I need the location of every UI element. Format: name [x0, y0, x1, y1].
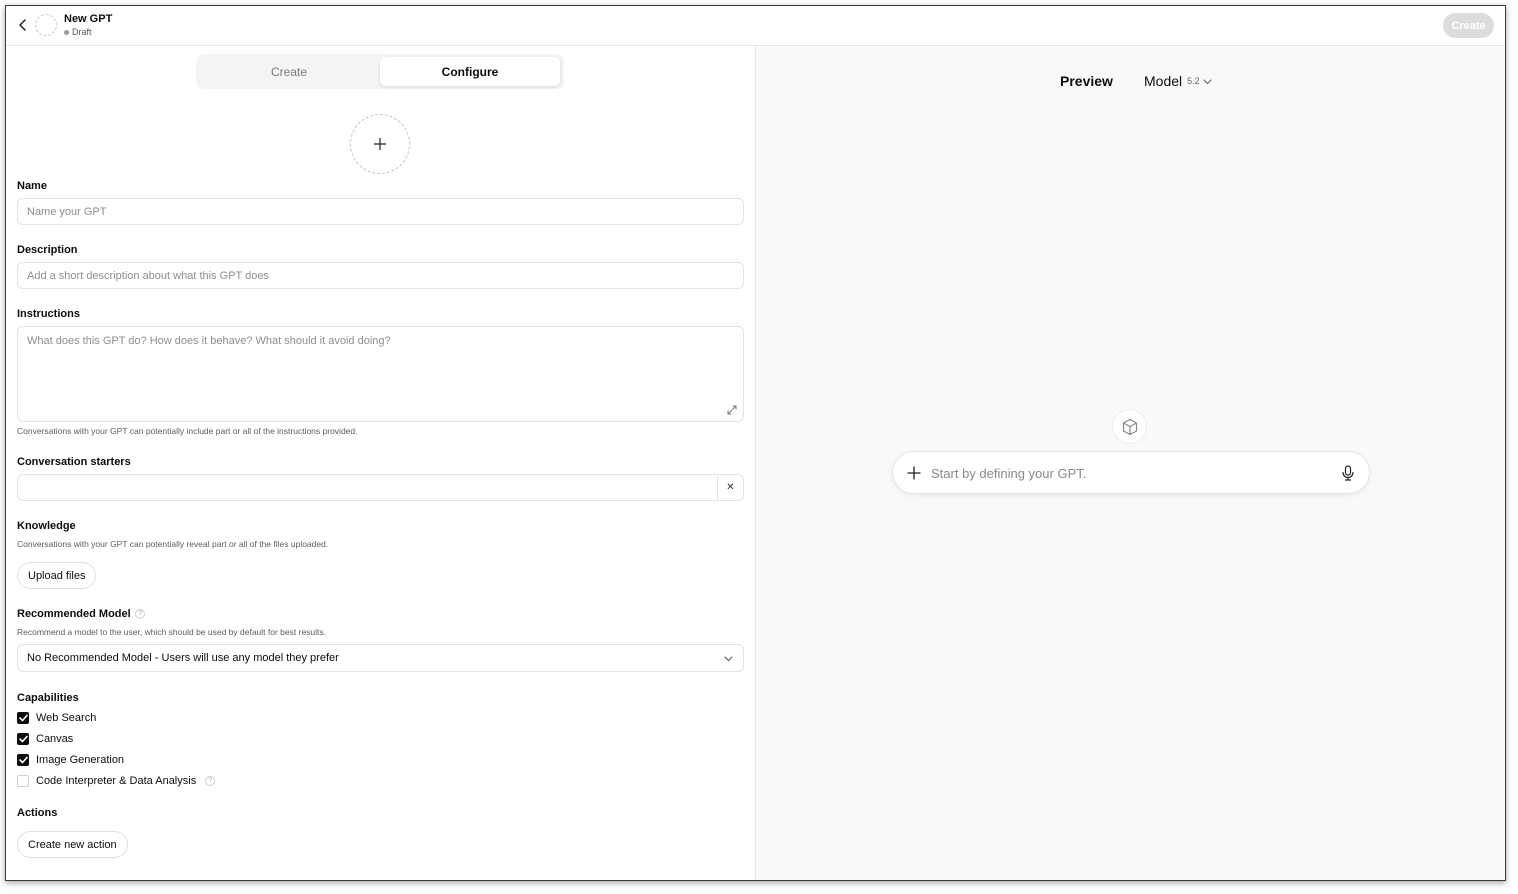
close-icon: ✕: [726, 482, 735, 493]
checkmark-icon: [18, 714, 28, 722]
capabilities-label: Capabilities: [17, 692, 79, 704]
configure-panel: Create Configure Name Description Instru…: [6, 46, 756, 880]
top-bar: New GPT Draft Create: [6, 6, 1505, 46]
status-dot-icon: [64, 29, 69, 35]
checkmark-icon: [18, 756, 28, 764]
cube-icon: [1122, 418, 1137, 435]
conversation-starter-row: ✕: [17, 474, 744, 501]
preview-panel: Preview Model 5.2: [756, 46, 1505, 880]
capability-web-search: Web Search: [17, 711, 96, 725]
app-window: New GPT Draft Create Create Configure Na…: [5, 5, 1506, 881]
web-search-checkbox[interactable]: [17, 712, 29, 724]
tab-configure[interactable]: Configure: [380, 57, 560, 86]
code-interpreter-help-icon[interactable]: ?: [205, 776, 216, 786]
model-version: 5.2: [1187, 76, 1200, 86]
canvas-checkbox[interactable]: [17, 733, 29, 745]
capability-image-generation: Image Generation: [17, 753, 124, 767]
name-label: Name: [17, 180, 47, 192]
expand-icon[interactable]: [727, 405, 737, 415]
canvas-label: Canvas: [36, 733, 74, 745]
plus-icon: [374, 138, 386, 150]
draft-status: Draft: [64, 27, 92, 37]
instructions-label: Instructions: [17, 308, 80, 320]
create-new-action-button[interactable]: Create new action: [17, 831, 128, 858]
gpt-placeholder-avatar: [1112, 409, 1147, 444]
conversation-starter-input[interactable]: [18, 475, 717, 500]
knowledge-helper: Conversations with your GPT can potentia…: [17, 539, 329, 549]
instructions-textarea[interactable]: [17, 326, 744, 422]
avatar-upload-button[interactable]: [350, 114, 410, 174]
gpt-title: New GPT: [64, 13, 113, 25]
tab-create[interactable]: Create: [199, 57, 379, 86]
image-generation-label: Image Generation: [36, 754, 125, 766]
instructions-helper: Conversations with your GPT can potentia…: [17, 426, 358, 436]
code-interpreter-label: Code Interpreter & Data Analysis: [36, 775, 197, 787]
microphone-icon[interactable]: [1341, 465, 1355, 481]
image-generation-checkbox[interactable]: [17, 754, 29, 766]
message-composer: [892, 451, 1370, 494]
recommended-model-select[interactable]: No Recommended Model - Users will use an…: [17, 644, 744, 672]
recommended-model-label: Recommended Model: [17, 608, 131, 620]
recommended-model-helper: Recommend a model to the user, which sho…: [17, 627, 327, 637]
recommended-model-value: No Recommended Model - Users will use an…: [27, 652, 339, 664]
model-picker[interactable]: Model 5.2: [1144, 73, 1212, 89]
description-label: Description: [17, 244, 78, 256]
status-label: Draft: [72, 27, 92, 37]
checkmark-icon: [18, 735, 28, 743]
capability-canvas: Canvas: [17, 732, 73, 746]
knowledge-label: Knowledge: [17, 520, 76, 532]
web-search-label: Web Search: [36, 712, 97, 724]
name-input[interactable]: [17, 198, 744, 225]
description-input[interactable]: [17, 262, 744, 289]
remove-starter-button[interactable]: ✕: [717, 475, 743, 500]
composer-input[interactable]: [931, 462, 1331, 484]
chevron-down-icon: [724, 656, 733, 662]
mode-tabs: Create Configure: [196, 54, 564, 89]
capability-code-interpreter: Code Interpreter & Data Analysis ?: [17, 774, 216, 788]
chevron-down-icon: [1203, 78, 1212, 84]
gpt-avatar-placeholder: [35, 14, 57, 36]
recommended-model-help-icon[interactable]: ?: [135, 609, 145, 619]
upload-files-button[interactable]: Upload files: [17, 562, 97, 589]
plus-icon[interactable]: [907, 466, 921, 480]
model-label: Model: [1144, 73, 1183, 89]
back-arrow-icon[interactable]: [16, 17, 30, 33]
preview-title: Preview: [1060, 73, 1113, 89]
actions-label: Actions: [17, 807, 58, 819]
create-gpt-button[interactable]: Create: [1443, 13, 1494, 38]
conversation-starters-label: Conversation starters: [17, 456, 131, 468]
code-interpreter-checkbox[interactable]: [17, 775, 29, 787]
